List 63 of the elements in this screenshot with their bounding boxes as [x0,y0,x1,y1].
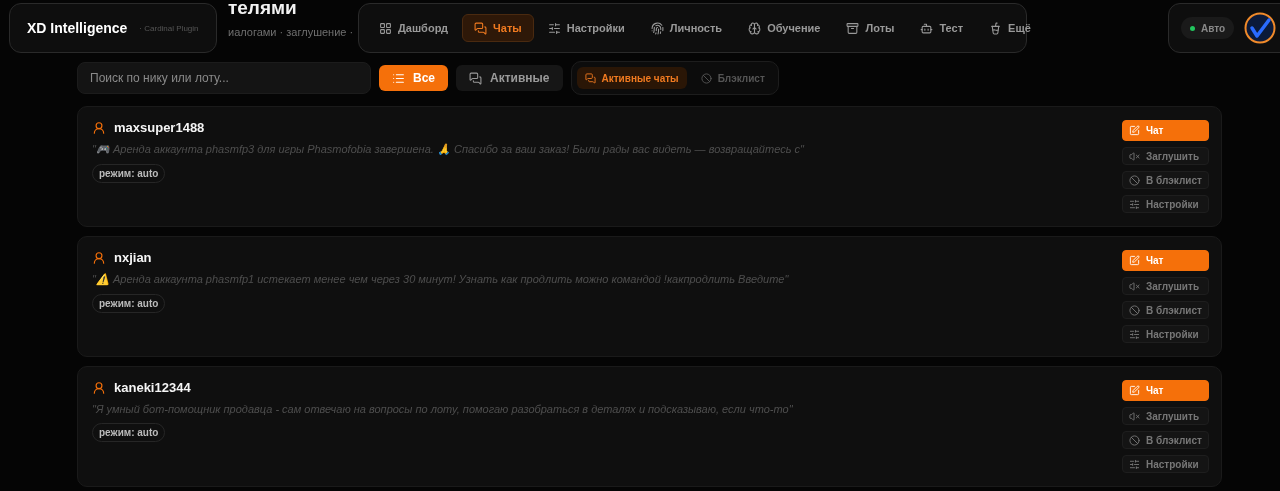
mute-icon [1129,150,1140,162]
brand-tagline: · Cardinal Plugin [139,23,199,33]
edit-icon [1129,255,1140,266]
username: maxsuper1488 [114,120,205,135]
action-button[interactable]: Заглушить [1122,147,1209,165]
fingerprint-icon [650,21,664,35]
list-icon [392,71,405,85]
action-button[interactable]: В блэклист [1122,171,1209,189]
username: nxjian [114,250,152,265]
last-message: "⚠ Аренда аккаунта phasmfp1 истекает менее чем через 30 минут! Узнать как продлить можно командой !какпродлить Введите" [92,273,789,286]
segment-tab[interactable]: Блэклист [692,67,773,89]
mute-icon [1129,410,1140,422]
ban-icon [1129,304,1140,316]
mute-icon [1129,280,1140,292]
username: kaneki12344 [114,380,191,395]
action-button[interactable]: Настройки [1122,325,1209,343]
page-title: телями [228,0,298,20]
archive-icon [846,21,860,35]
grid-icon [379,21,392,35]
nav-tab[interactable]: Настройки [535,14,637,42]
action-button[interactable]: Заглушить [1122,407,1209,425]
brand-name: XD Intelligence [27,20,128,36]
filter-button[interactable]: Все [379,65,448,91]
nav-tab[interactable]: Чаты [462,14,534,42]
user-icon [92,380,106,395]
sliders-icon [547,21,561,35]
user-icon [92,250,106,265]
action-button[interactable]: Заглушить [1122,277,1209,295]
nav-tab[interactable]: Ещё [977,14,1043,42]
sliders-icon [1129,198,1140,210]
action-button[interactable]: Чат [1122,250,1209,271]
last-message: "🎮 Аренда аккаунта phasmfp3 для игры Phasmofobia завершена. 🙏 Спасибо за ваш заказ! Были рады вас видеть — возвращайтесь с" [92,143,804,156]
sliders-icon [1129,328,1140,340]
action-button[interactable]: Чат [1122,380,1209,401]
nav-tab[interactable]: Обучение [736,14,833,42]
segment-tab[interactable]: Активные чаты [576,67,687,89]
ban-icon [700,72,712,84]
chat-icon [474,21,488,35]
mode-indicator: Авто [1181,17,1235,39]
nav-tab[interactable]: Дашборд [367,14,461,42]
search-field[interactable]: Поиск по нику или лоту... [77,62,371,94]
robot-icon [920,21,934,35]
action-button[interactable]: Настройки [1122,195,1209,213]
cup-icon [989,21,1003,35]
sliders-icon [1129,458,1140,470]
filter-button[interactable]: Активные [456,65,563,91]
nav-tab[interactable]: Тест [908,14,976,42]
edit-icon [1129,385,1140,396]
ban-icon [1129,174,1140,186]
page-subtitle: иалогами · заглушение · [228,26,354,38]
nav-tab[interactable]: Лоты [834,14,907,42]
checkmark-avatar-icon[interactable] [1244,12,1277,44]
brain-icon [748,21,762,35]
chat-icon [584,72,596,84]
action-button[interactable]: В блэклист [1122,301,1209,319]
action-button[interactable]: Чат [1122,120,1209,141]
action-button[interactable]: Настройки [1122,455,1209,473]
user-icon [92,120,106,135]
nav-tab[interactable]: Личность [638,14,735,42]
chat-icon [469,71,482,85]
edit-icon [1129,125,1140,136]
ban-icon [1129,434,1140,446]
action-button[interactable]: В блэклист [1122,431,1209,449]
